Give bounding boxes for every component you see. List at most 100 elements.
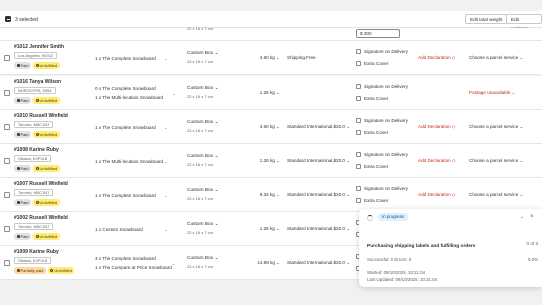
order-row[interactable]: #1016 Tanya Wilson NUROOTPA, 5354 Paid U…	[0, 76, 542, 110]
shipping-service[interactable]: Standard International.$20.0 ⌄	[287, 158, 350, 164]
weight-select[interactable]: 9.34 kg ⌄	[240, 192, 280, 198]
extra-cover-label: Extra Cover	[364, 198, 389, 203]
progress-stats: Successful: 0 Errors: 0	[367, 257, 412, 262]
row-checkbox[interactable]	[4, 260, 10, 266]
extra-cover-checkbox[interactable]	[356, 96, 361, 101]
edit-package-button[interactable]: Edit package	[506, 14, 542, 31]
extra-cover-checkbox[interactable]	[356, 198, 361, 203]
status-badges: Paid Unfulfilled	[14, 97, 60, 104]
signature-option[interactable]: Signature on Delivery	[356, 118, 408, 123]
chevron-down-icon[interactable]: ⌄	[164, 54, 167, 63]
order-title[interactable]: #1012 Jennifer Smith	[14, 44, 64, 50]
chevron-down-icon[interactable]: ⌄	[164, 157, 167, 166]
order-title[interactable]: #1008 Karine Ruby	[14, 147, 59, 153]
signature-checkbox[interactable]	[356, 49, 361, 54]
chevron-down-icon[interactable]: ⌄	[164, 225, 167, 234]
order-row[interactable]: #1012 Jennifer Smith Los Angeles, 90012 …	[0, 41, 542, 75]
extra-cover-option[interactable]: Extra Cover	[356, 130, 388, 135]
row-checkbox[interactable]	[4, 226, 10, 232]
weight-select[interactable]: 4.60 kg ⌄	[240, 124, 280, 130]
row-checkbox[interactable]	[4, 90, 10, 96]
fulfillment-status-label: Unfulfilled	[39, 200, 58, 205]
status-badges: Partially paid Unfulfilled	[14, 267, 75, 274]
order-title[interactable]: #1002 Russell Winfield	[14, 215, 68, 221]
payment-status-label: Paid	[20, 98, 29, 103]
row-checkbox[interactable]	[4, 124, 10, 130]
extra-cover-option[interactable]: Extra Cover	[356, 198, 388, 203]
row-checkbox[interactable]	[4, 192, 10, 198]
unfulfilled-badge: Unfulfilled	[33, 233, 60, 240]
signature-option[interactable]: Signature on Delivery	[356, 152, 408, 157]
chevron-down-icon[interactable]: ⌄	[520, 214, 524, 220]
order-title[interactable]: #1010 Russell Winfield	[14, 113, 68, 119]
select-all-checkbox[interactable]	[5, 16, 11, 22]
unfulfilled-badge: Unfulfilled	[33, 165, 60, 172]
partially-paid-badge: Partially paid	[14, 267, 46, 274]
fulfillment-status-label: Unfulfilled	[39, 234, 58, 239]
location-tag: Toronto, M5C1N7	[14, 121, 54, 128]
parcel-service-select[interactable]: Choose a parcel service ⌄	[469, 124, 523, 130]
parcel-service-select[interactable]: Choose a parcel service ⌄	[469, 192, 523, 198]
weight-select[interactable]: 4.60 kg ⌄	[240, 55, 280, 61]
extra-cover-checkbox[interactable]	[356, 164, 361, 169]
signature-checkbox[interactable]	[356, 118, 361, 123]
shipping-service[interactable]: Shipping.Free	[287, 55, 316, 60]
declared-price-input[interactable]: $ 300	[356, 29, 400, 38]
signature-checkbox[interactable]	[356, 186, 361, 191]
package-select[interactable]: Custom Box ⌄	[187, 120, 218, 125]
extra-cover-label: Extra Cover	[364, 164, 389, 169]
package-select[interactable]: Custom Box ⌄	[187, 256, 218, 261]
order-row[interactable]: #1007 Russell Winfield Toronto, M5C1N7 P…	[0, 178, 542, 212]
order-row[interactable]: #1008 Karine Ruby Ottawa, K2P2L8 Paid Un…	[0, 144, 542, 178]
signature-checkbox[interactable]	[356, 84, 361, 89]
location-tag: Ottawa, K2P2L8	[14, 257, 52, 264]
shipping-service[interactable]: Standard International.$20.0 ⌄	[287, 192, 350, 198]
weight-select[interactable]: 14.88 kg ⌄	[240, 260, 280, 266]
chevron-down-icon[interactable]: ⌄	[172, 89, 175, 98]
edit-total-weight-button[interactable]: Edit total weight	[465, 14, 508, 24]
postage-unavailable-dropdown[interactable]: Postage unavailable ⌄	[469, 90, 516, 96]
shipping-service[interactable]: Standard International.$20.0 ⌄	[287, 260, 350, 266]
package-select[interactable]: Custom Box ⌄	[187, 188, 218, 193]
fulfillment-status-label: Unfulfilled	[39, 63, 58, 68]
row-checkbox[interactable]	[4, 55, 10, 61]
signature-checkbox[interactable]	[356, 152, 361, 157]
package-select[interactable]: Custom Box ⌄	[187, 222, 218, 227]
weight-select[interactable]: 1.26 kg ⌄	[240, 90, 280, 96]
status-dot-icon	[16, 64, 20, 67]
order-title[interactable]: #1007 Russell Winfield	[14, 181, 68, 187]
row-checkbox[interactable]	[4, 158, 10, 164]
extra-cover-checkbox[interactable]	[356, 61, 361, 66]
package-select[interactable]: Custom Box ⌄	[187, 51, 218, 56]
signature-option[interactable]: Signature on Delivery	[356, 186, 408, 191]
shipping-service[interactable]: Standard International.$20.0 ⌄	[287, 124, 350, 130]
extra-cover-option[interactable]: Extra Cover	[356, 96, 388, 101]
weight-select[interactable]: 1.26 kg ⌄	[240, 158, 280, 164]
fulfillment-status-label: Unfulfilled	[39, 98, 58, 103]
order-row[interactable]: #1010 Russell Winfield Toronto, M5C1N7 P…	[0, 110, 542, 144]
paid-badge: Paid	[14, 165, 32, 172]
line-item: 1 x The Multi-location Snowboard	[95, 158, 164, 164]
add-declaration-button[interactable]: Add Declaration ◇	[418, 124, 456, 130]
add-declaration-button[interactable]: Add Declaration ◇	[418, 192, 456, 198]
close-icon[interactable]: ×	[530, 214, 534, 220]
order-title[interactable]: #1009 Karine Ruby	[14, 249, 59, 255]
package-select[interactable]: Custom Box ⌄	[187, 154, 218, 159]
chevron-down-icon[interactable]: ⌄	[164, 123, 167, 132]
weight-select[interactable]: 1.26 kg ⌄	[240, 226, 280, 232]
shipping-service[interactable]: Standard International.$20.0 ⌄	[287, 226, 350, 232]
signature-option[interactable]: Signature on Delivery	[356, 84, 408, 89]
signature-option[interactable]: Signature on Delivery	[356, 49, 408, 54]
parcel-service-select[interactable]: Choose a parcel service ⌄	[469, 158, 523, 164]
package-select[interactable]: Custom Box ⌄	[187, 86, 218, 91]
extra-cover-option[interactable]: Extra Cover	[356, 61, 388, 66]
parcel-service-select[interactable]: Choose a parcel service ⌄	[469, 55, 523, 61]
add-declaration-button[interactable]: Add Declaration ◇	[418, 55, 456, 61]
chevron-down-icon[interactable]: ⌄	[164, 191, 167, 200]
status-badges: Paid Unfulfilled	[14, 165, 60, 172]
order-title[interactable]: #1016 Tanya Wilson	[14, 79, 61, 85]
extra-cover-checkbox[interactable]	[356, 130, 361, 135]
add-declaration-button[interactable]: Add Declaration ◇	[418, 158, 456, 164]
chevron-down-icon[interactable]: ⌄	[172, 259, 175, 268]
extra-cover-option[interactable]: Extra Cover	[356, 164, 388, 169]
